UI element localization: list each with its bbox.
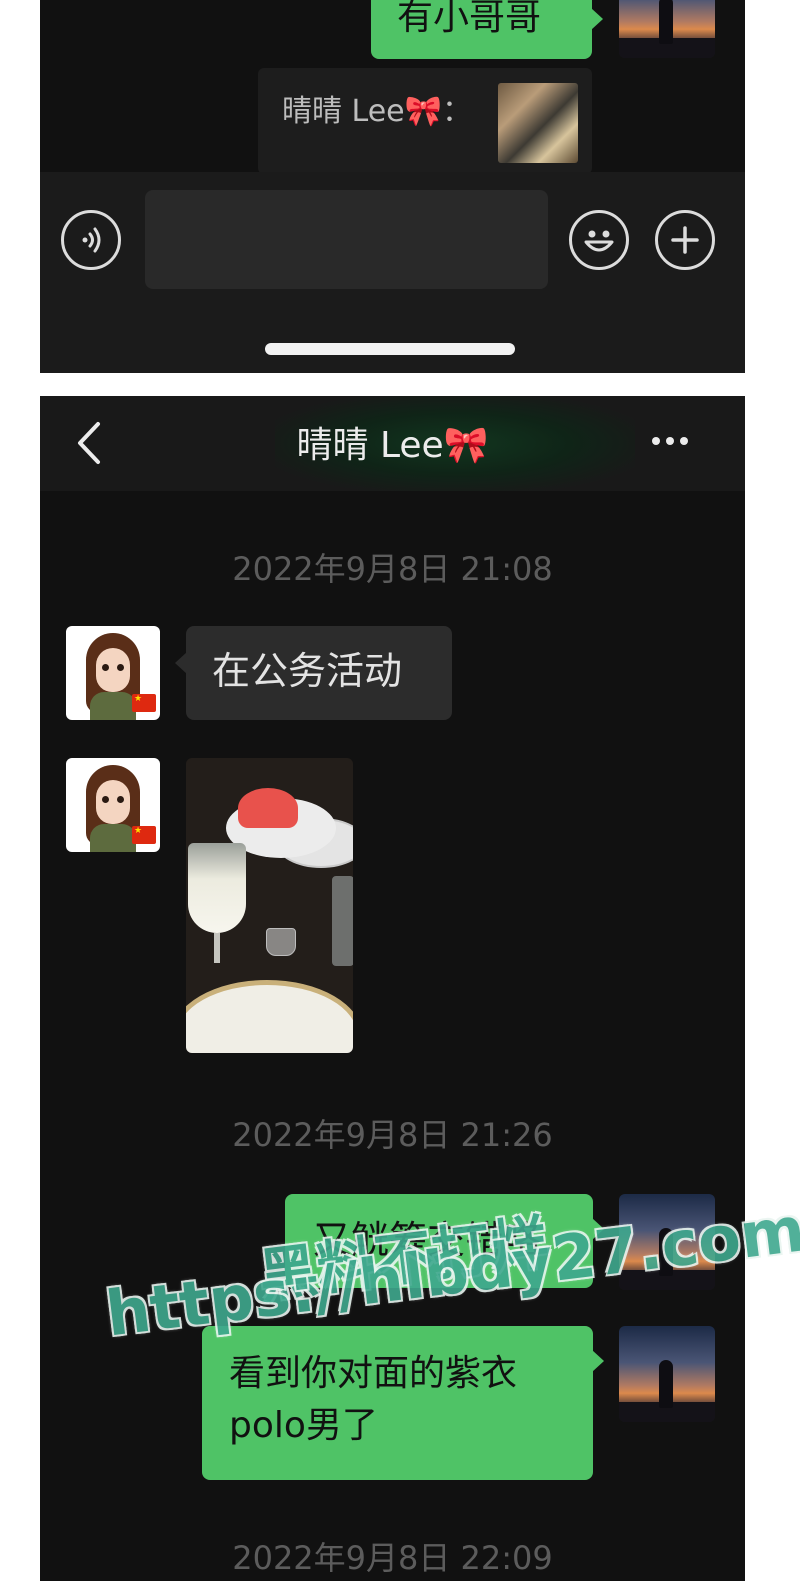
bubble-tail — [592, 1350, 604, 1372]
contact-avatar[interactable]: ★ — [66, 758, 160, 852]
flag-icon: ★ — [132, 826, 156, 844]
flag-icon: ★ — [132, 694, 156, 712]
timestamp: 2022年9月8日 21:26 — [232, 1116, 553, 1154]
home-indicator — [265, 343, 515, 355]
screenshot-root: 有小哥哥 晴晴 Lee🎀： 晴晴 Lee🎀 2022年9月8日 21:08 ★ … — [0, 0, 800, 1581]
plus-button[interactable] — [655, 210, 715, 270]
plus-icon — [671, 226, 699, 254]
chat-panel-bottom: 晴晴 Lee🎀 2022年9月8日 21:08 ★ 在公务活动 ★ 2022年9… — [40, 396, 745, 1581]
voice-button[interactable] — [61, 210, 121, 270]
received-image[interactable] — [186, 758, 353, 1053]
bubble-tail — [175, 652, 187, 674]
sent-message-text: 看到你对面的紫衣polo男了 — [229, 1353, 518, 1447]
sent-message-text: 有小哥哥 — [397, 0, 542, 38]
timestamp: 2022年9月8日 21:08 — [232, 550, 553, 588]
emoji-icon — [584, 230, 614, 252]
contact-avatar[interactable]: ★ — [66, 626, 160, 720]
sent-message-bubble[interactable]: 看到你对面的紫衣polo男了 — [202, 1326, 604, 1480]
input-bar — [40, 172, 745, 373]
quoted-message-text: 晴晴 Lee🎀： — [282, 94, 472, 129]
chat-header: 晴晴 Lee🎀 — [40, 396, 745, 491]
bubble-tail — [591, 8, 603, 30]
received-message-text: 在公务活动 — [212, 649, 403, 693]
message-input[interactable] — [145, 190, 548, 289]
more-button[interactable] — [652, 426, 702, 456]
emoji-button[interactable] — [569, 210, 629, 270]
voice-icon — [82, 227, 101, 253]
more-icon — [652, 437, 660, 445]
quoted-message-card[interactable]: 晴晴 Lee🎀： — [258, 68, 592, 174]
chat-panel-top: 有小哥哥 晴晴 Lee🎀： — [40, 0, 745, 373]
sent-message-bubble[interactable]: 有小哥哥 — [371, 0, 603, 59]
received-message-bubble[interactable]: 在公务活动 — [175, 626, 452, 720]
chat-title: 晴晴 Lee🎀 — [296, 425, 489, 466]
self-avatar[interactable] — [619, 1326, 715, 1422]
self-avatar[interactable] — [619, 0, 715, 58]
timestamp: 2022年9月8日 22:09 — [232, 1539, 553, 1577]
quoted-image-thumbnail[interactable] — [498, 83, 578, 163]
